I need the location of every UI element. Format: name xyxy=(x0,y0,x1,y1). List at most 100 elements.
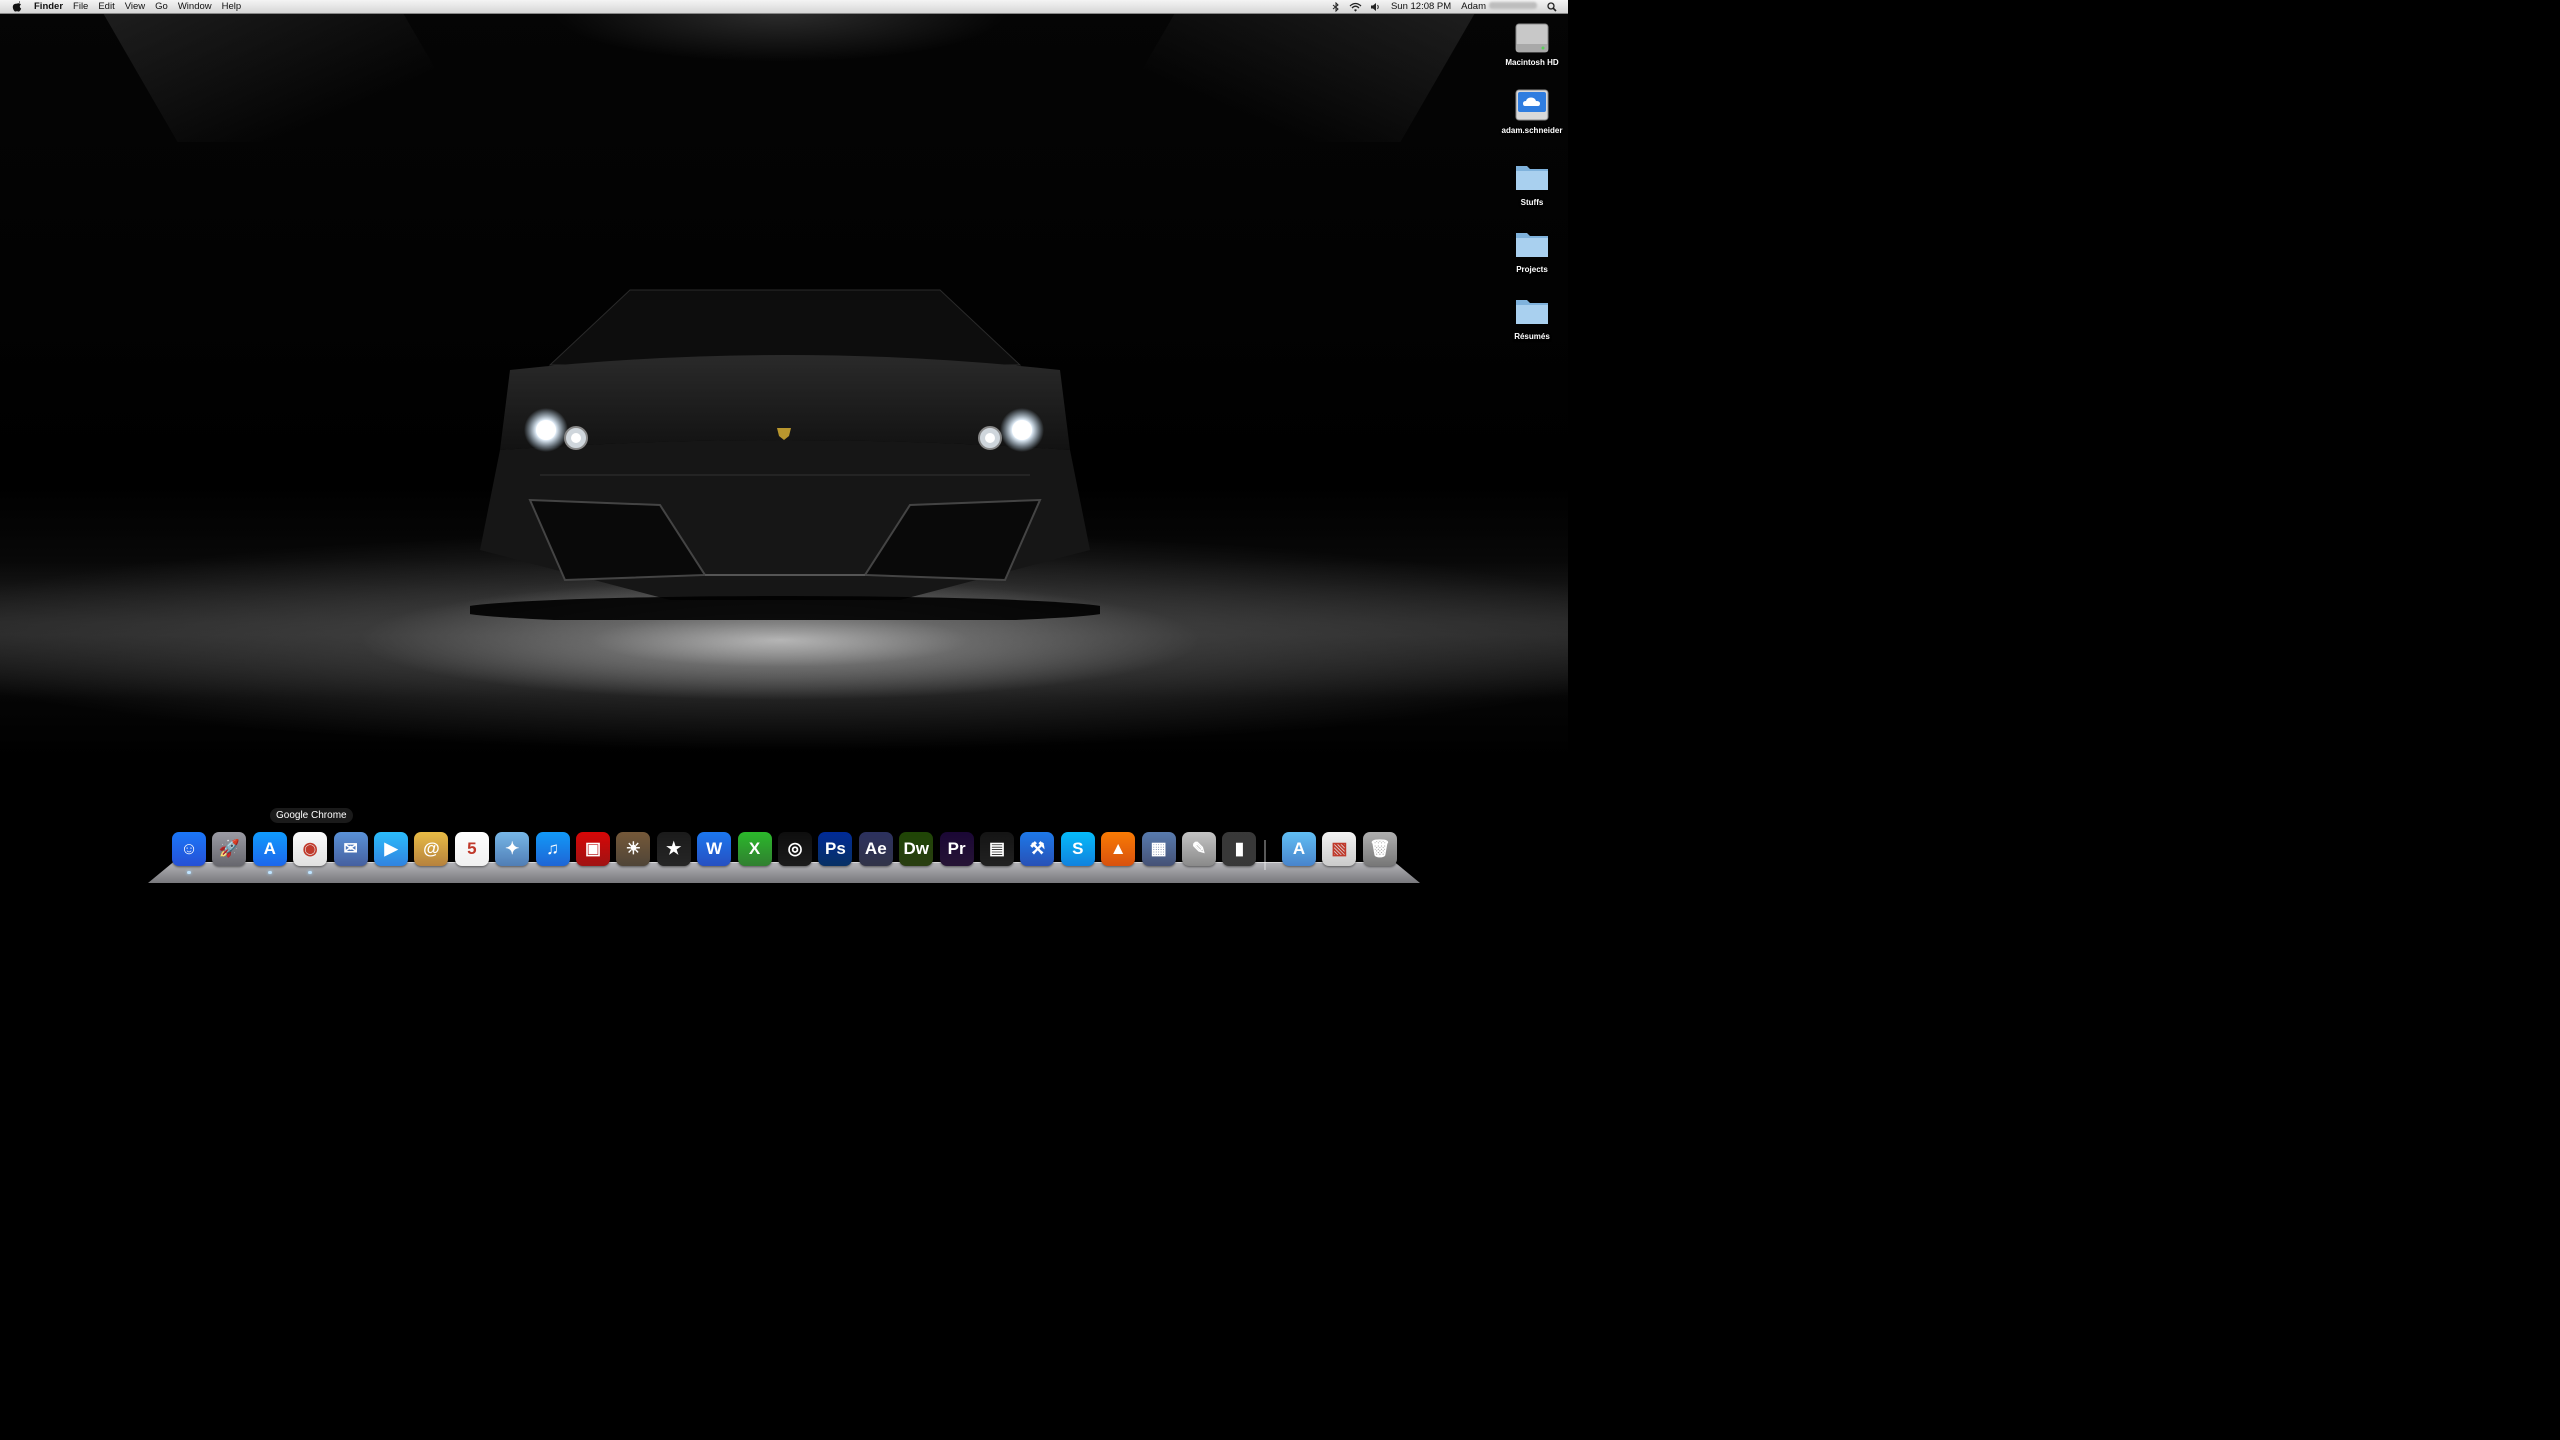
downloads-stack-icon: ▧ xyxy=(1322,832,1357,866)
microsoft-excel-icon: X xyxy=(737,832,772,866)
finder-icon: ☺ xyxy=(172,832,206,866)
hard-drive-icon xyxy=(1515,23,1549,53)
desktop-icon-label: Macintosh HD xyxy=(1505,58,1559,67)
photoshop-icon: Ps xyxy=(818,832,853,866)
desktop-icon-label: adam.schneider xyxy=(1501,126,1563,135)
dock-item-app-store[interactable]: A xyxy=(251,830,289,874)
imovie-icon: ★ xyxy=(656,832,691,866)
address-book-icon: @ xyxy=(414,832,449,866)
dock-item-microsoft-excel[interactable]: X xyxy=(736,830,774,868)
desktop-icon-label: Résumés xyxy=(1514,332,1550,341)
bluetooth-icon[interactable] xyxy=(1329,1,1343,13)
ceiling-light xyxy=(550,12,1010,62)
dock-item-skype[interactable]: S xyxy=(1059,830,1097,868)
running-indicator xyxy=(187,871,191,874)
dock-item-imovie[interactable]: ★ xyxy=(655,830,693,868)
menu-go[interactable]: Go xyxy=(150,0,173,13)
dock-item-final-cut[interactable]: ▤ xyxy=(978,830,1016,868)
menu-bar: Finder File Edit View Go Window Help Sun… xyxy=(0,0,1568,14)
dock-item-microsoft-word[interactable]: W xyxy=(695,830,733,868)
dock-item-after-effects[interactable]: Ae xyxy=(857,830,895,868)
dock-item-finder[interactable]: ☺ xyxy=(170,830,208,874)
apple-menu-icon[interactable] xyxy=(11,1,23,13)
menu-file[interactable]: File xyxy=(68,0,93,13)
spotlight-search-icon[interactable] xyxy=(1545,1,1559,13)
user-surname-redacted xyxy=(1489,2,1537,9)
menu-app-finder[interactable]: Finder xyxy=(29,0,68,13)
folder-icon xyxy=(1516,166,1548,190)
dock-item-preview[interactable]: ✦ xyxy=(493,830,531,868)
menubar-clock[interactable]: Sun 12:08 PM xyxy=(1386,0,1456,13)
menu-edit[interactable]: Edit xyxy=(93,0,119,13)
google-chrome-icon: ◉ xyxy=(293,832,328,866)
desktop-icon-label: Stuffs xyxy=(1520,198,1544,207)
ceiling-beam-left xyxy=(102,12,478,142)
user-name: Adam xyxy=(1461,1,1486,12)
dock-item-trash[interactable]: 🗑 xyxy=(1361,830,1399,868)
desktop-wallpaper xyxy=(0,0,1568,882)
menu-window[interactable]: Window xyxy=(173,0,217,13)
desktop-icon-icloud[interactable]: adam.schneider xyxy=(1500,86,1564,136)
skype-icon: S xyxy=(1060,832,1095,866)
xcode-icon: ⚒ xyxy=(1020,832,1055,866)
iphone-config-icon: ▮ xyxy=(1222,832,1257,866)
applications-folder-icon: A xyxy=(1282,832,1316,866)
dock-item-address-book[interactable]: @ xyxy=(412,830,450,868)
running-indicator xyxy=(308,871,313,874)
final-cut-icon: ▤ xyxy=(980,832,1014,866)
dock-item-text-edit[interactable]: ✎ xyxy=(1180,830,1218,868)
system-preferences-icon: ▦ xyxy=(1141,832,1176,866)
running-indicator xyxy=(267,871,272,874)
menu-help[interactable]: Help xyxy=(217,0,247,13)
desktop-icon-macintosh-hd[interactable]: Macintosh HD xyxy=(1500,18,1564,68)
volume-icon[interactable] xyxy=(1369,1,1383,13)
preview-icon: ✦ xyxy=(495,832,530,866)
dock-item-aperture[interactable]: ◎ xyxy=(776,830,814,868)
itunes-icon: ♫ xyxy=(535,832,570,866)
premiere-icon: Pr xyxy=(939,832,974,866)
dock: ☺ 🚀 A ◉ ✉ ▶ @5 ✦ ♫ ▣ ☀ ★ W X ◎ Ps Ae Dw Pr ▤ ⚒ S ▲ ▦ ✎ ▮ A ▧ 🗑 xyxy=(168,830,1408,874)
dock-item-applications-folder[interactable]: A xyxy=(1280,830,1318,868)
desktop-icon-stuffs[interactable]: Stuffs xyxy=(1500,158,1564,208)
dock-item-photo-booth[interactable]: ▣ xyxy=(574,830,612,868)
dock-item-iphone-config[interactable]: ▮ xyxy=(1220,830,1258,868)
folder-icon xyxy=(1516,233,1548,257)
after-effects-icon: Ae xyxy=(858,832,893,866)
dock-item-google-chrome[interactable]: ◉ xyxy=(291,830,329,874)
dock-item-iphoto[interactable]: ☀ xyxy=(614,830,652,868)
ical-icon: 5 xyxy=(454,832,489,866)
dock-item-system-preferences[interactable]: ▦ xyxy=(1140,830,1178,868)
dock-item-mail[interactable]: ✉ xyxy=(332,830,370,868)
trash-icon: 🗑 xyxy=(1362,832,1397,866)
icloud-drive-icon xyxy=(1515,89,1549,121)
dock-item-premiere[interactable]: Pr xyxy=(938,830,976,868)
app-store-icon: A xyxy=(252,832,287,866)
dock-item-xcode[interactable]: ⚒ xyxy=(1018,830,1056,868)
dock-separator xyxy=(1264,840,1266,870)
desktop-icon-projects[interactable]: Projects xyxy=(1500,225,1564,275)
dock-item-launchpad[interactable]: 🚀 xyxy=(210,830,248,868)
dock-item-dreamweaver[interactable]: Dw xyxy=(897,830,935,868)
ceiling-beam-right xyxy=(1100,12,1476,142)
folder-icon xyxy=(1516,300,1548,324)
desktop-icon-resumes[interactable]: Résumés xyxy=(1500,292,1564,342)
dock-item-photoshop[interactable]: Ps xyxy=(816,830,854,868)
vlc-icon: ▲ xyxy=(1101,832,1136,866)
dock-item-vlc[interactable]: ▲ xyxy=(1099,830,1137,868)
dock-item-downloads-stack[interactable]: ▧ xyxy=(1320,830,1358,868)
mail-icon: ✉ xyxy=(333,832,368,866)
launchpad-icon: 🚀 xyxy=(212,832,247,866)
dock-item-itunes[interactable]: ♫ xyxy=(534,830,572,868)
aperture-icon: ◎ xyxy=(778,832,812,866)
dock-item-facetime[interactable]: ▶ xyxy=(372,830,410,868)
microsoft-word-icon: W xyxy=(697,832,732,866)
photo-booth-icon: ▣ xyxy=(576,832,610,866)
facetime-icon: ▶ xyxy=(374,832,408,866)
dock-tooltip: Google Chrome xyxy=(270,808,353,823)
wifi-icon[interactable] xyxy=(1349,1,1363,13)
menu-view[interactable]: View xyxy=(120,0,150,13)
menubar-user[interactable]: Adam xyxy=(1456,0,1542,13)
text-edit-icon: ✎ xyxy=(1182,832,1216,866)
iphoto-icon: ☀ xyxy=(616,832,651,866)
dock-item-ical[interactable]: 5 xyxy=(453,830,491,868)
